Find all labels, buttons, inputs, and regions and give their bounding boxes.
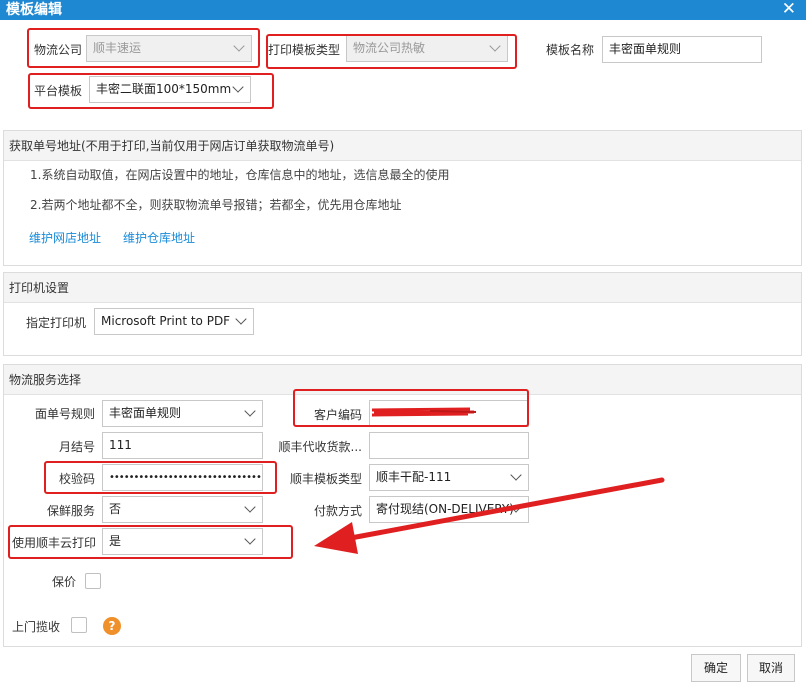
template-name-input[interactable]: 丰密面单规则 bbox=[602, 36, 762, 63]
insured-label: 保价 bbox=[52, 575, 77, 589]
platform-template-label: 平台模板 bbox=[34, 84, 83, 98]
address-rule-2: 2.若两个地址都不全，则获取物流单号报错；若都全，优先用仓库地址 bbox=[30, 198, 402, 212]
fresh-service-value: 否 bbox=[109, 502, 122, 516]
cloud-print-select[interactable]: 是 bbox=[102, 528, 263, 555]
insured-checkbox[interactable] bbox=[85, 573, 101, 589]
fresh-service-select[interactable]: 否 bbox=[102, 496, 263, 523]
logistics-company-select[interactable]: 顺丰速运 bbox=[86, 35, 252, 62]
template-type-value: 物流公司热敏 bbox=[353, 41, 426, 55]
waybill-rule-value: 丰密面单规则 bbox=[109, 406, 182, 420]
help-icon[interactable]: ? bbox=[103, 617, 121, 635]
cod-label: 顺丰代收货款... bbox=[278, 440, 362, 454]
printer-panel-header: 打印机设置 bbox=[4, 273, 801, 303]
chevron-down-icon bbox=[244, 533, 256, 545]
title-bar: 模板编辑 ✕ bbox=[0, 0, 806, 20]
cloud-print-value: 是 bbox=[109, 534, 122, 548]
monthly-account-label: 月结号 bbox=[58, 440, 95, 454]
printer-label: 指定打印机 bbox=[26, 316, 87, 330]
chevron-down-icon bbox=[489, 40, 501, 52]
platform-template-value: 丰密二联面100*150mm bbox=[96, 82, 232, 96]
template-name-label: 模板名称 bbox=[546, 43, 595, 57]
template-type-select[interactable]: 物流公司热敏 bbox=[346, 35, 508, 62]
cod-input[interactable] bbox=[369, 432, 529, 459]
maintain-warehouse-address-link[interactable]: 维护仓库地址 bbox=[123, 229, 195, 246]
logistics-company-value: 顺丰速运 bbox=[93, 41, 142, 55]
waybill-rule-select[interactable]: 丰密面单规则 bbox=[102, 400, 263, 427]
fresh-service-label: 保鲜服务 bbox=[46, 504, 95, 518]
pickup-checkbox[interactable] bbox=[71, 617, 87, 633]
waybill-rule-label: 面单号规则 bbox=[34, 407, 95, 421]
customer-code-label: 客户编码 bbox=[313, 408, 362, 422]
service-panel-header: 物流服务选择 bbox=[4, 365, 801, 395]
checkcode-value: ••••••••••••••••••••••••••••••••• bbox=[109, 472, 263, 483]
redaction-scribble bbox=[371, 407, 477, 417]
printer-value: Microsoft Print to PDF bbox=[101, 314, 231, 328]
chevron-down-icon bbox=[244, 405, 256, 417]
maintain-shop-address-link[interactable]: 维护网店地址 bbox=[29, 229, 101, 246]
checkcode-input[interactable]: ••••••••••••••••••••••••••••••••• bbox=[102, 464, 263, 491]
monthly-account-value: 111 bbox=[109, 438, 132, 452]
monthly-account-input[interactable]: 111 bbox=[102, 432, 263, 459]
chevron-down-icon bbox=[235, 313, 247, 325]
printer-select[interactable]: Microsoft Print to PDF bbox=[94, 308, 254, 335]
pickup-label: 上门揽收 bbox=[12, 620, 61, 634]
checkcode-label: 校验码 bbox=[58, 472, 95, 486]
cancel-button[interactable]: 取消 bbox=[747, 654, 795, 682]
cloud-print-label: 使用顺丰云打印 bbox=[12, 536, 97, 550]
platform-template-select[interactable]: 丰密二联面100*150mm bbox=[89, 76, 251, 103]
confirm-button[interactable]: 确定 bbox=[691, 654, 741, 682]
template-name-value: 丰密面单规则 bbox=[609, 42, 682, 56]
address-rule-1: 1.系统自动取值，在网店设置中的地址，仓库信息中的地址，选信息最全的使用 bbox=[30, 168, 450, 182]
annotation-arrow bbox=[314, 477, 665, 554]
logistics-company-label: 物流公司 bbox=[34, 43, 83, 57]
chevron-down-icon bbox=[232, 81, 244, 93]
chevron-down-icon bbox=[233, 40, 245, 52]
template-type-label: 打印模板类型 bbox=[268, 43, 341, 57]
address-panel-header: 获取单号地址(不用于打印,当前仅用于网店订单获取物流单号) bbox=[4, 131, 801, 161]
close-icon[interactable]: ✕ bbox=[782, 0, 796, 19]
chevron-down-icon bbox=[244, 501, 256, 513]
window-title: 模板编辑 bbox=[6, 2, 62, 18]
